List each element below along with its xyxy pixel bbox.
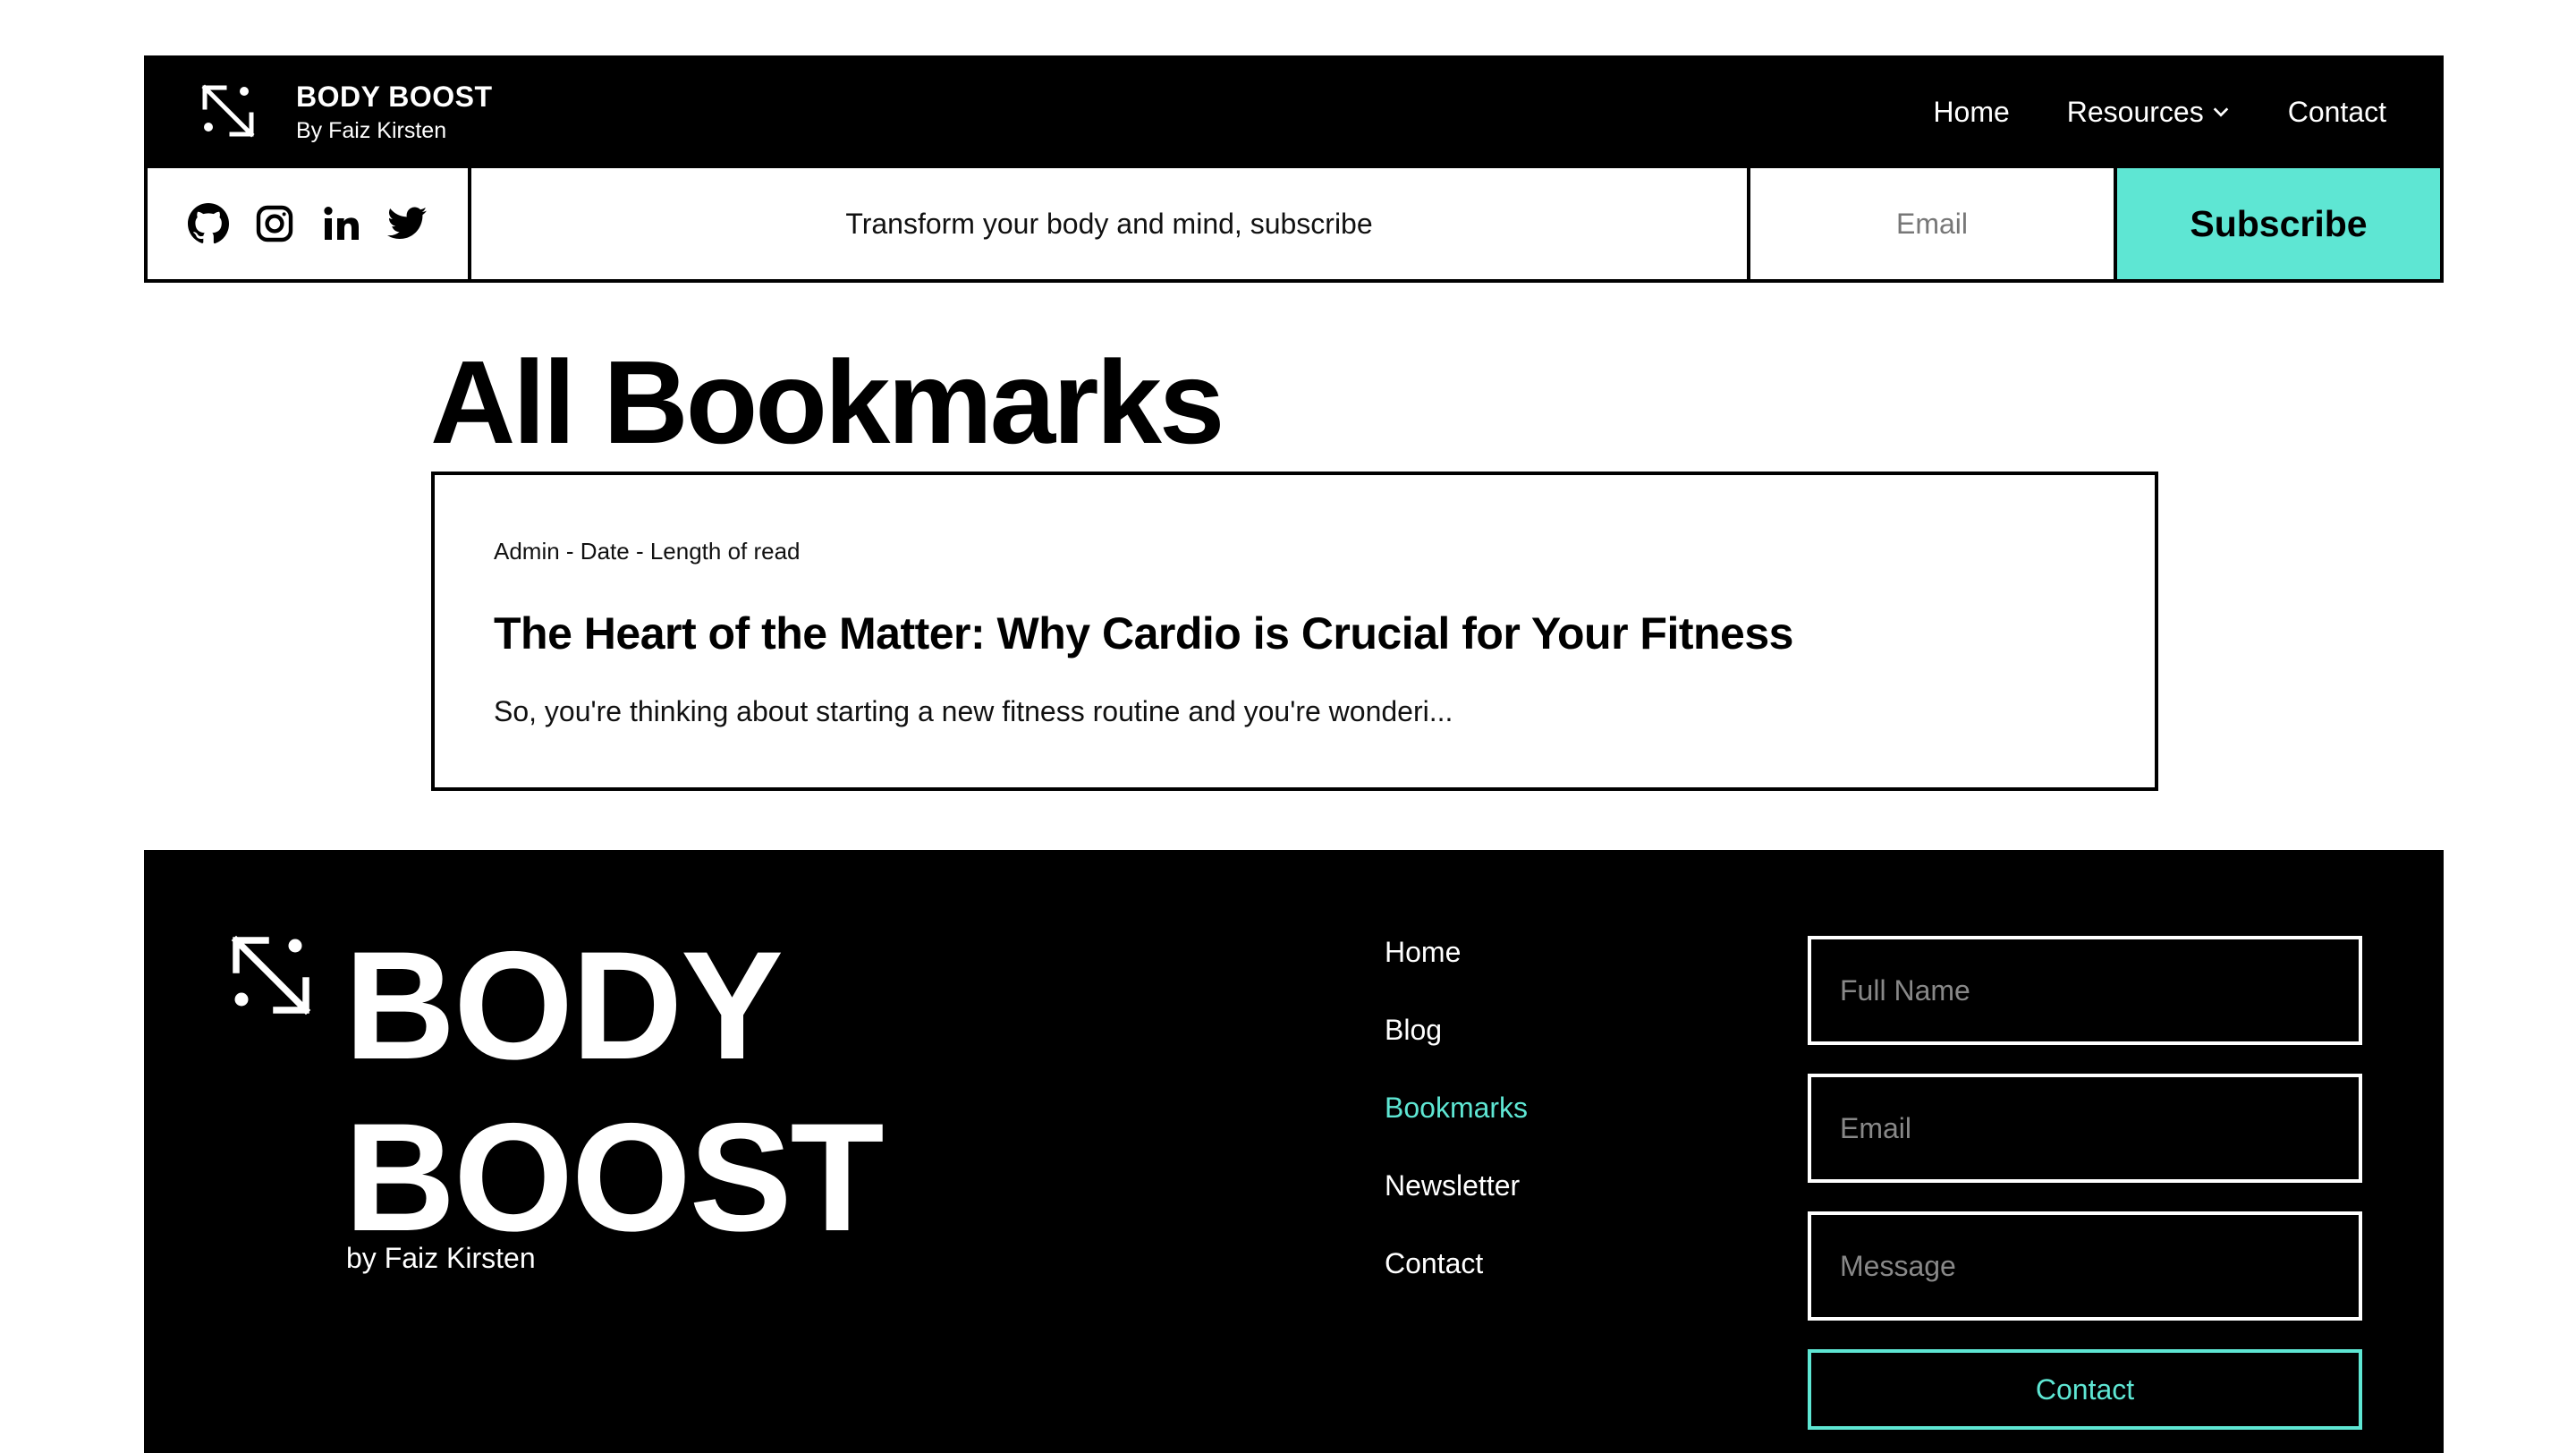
footer-link-newsletter[interactable]: Newsletter bbox=[1385, 1169, 1528, 1247]
subscribe-button[interactable]: Subscribe bbox=[2117, 168, 2444, 283]
footer-brand-line1: BODY bbox=[344, 920, 784, 1092]
full-name-field[interactable] bbox=[1808, 936, 2362, 1045]
nav-resources-label: Resources bbox=[2066, 95, 2204, 128]
nav-contact[interactable]: Contact bbox=[2288, 96, 2386, 129]
message-field[interactable] bbox=[1808, 1211, 2362, 1321]
nav-home[interactable]: Home bbox=[1933, 96, 2009, 129]
nav-resources[interactable]: Resources bbox=[2067, 96, 2231, 129]
bookmark-title[interactable]: The Heart of the Matter: Why Cardio is C… bbox=[494, 608, 1793, 659]
main-nav: Home Resources Contact bbox=[1933, 55, 2386, 168]
subscribe-tagline: Transform your body and mind, subscribe bbox=[471, 168, 1750, 283]
footer-link-home[interactable]: Home bbox=[1385, 936, 1528, 1014]
bookmark-meta: Admin - Date - Length of read bbox=[494, 538, 801, 565]
linkedin-icon[interactable] bbox=[319, 202, 362, 245]
top-bar: BODY BOOST By Faiz Kirsten Home Resource… bbox=[144, 55, 2444, 168]
subscribe-email-input[interactable] bbox=[1750, 168, 2117, 283]
social-links bbox=[144, 168, 471, 283]
instagram-icon[interactable] bbox=[253, 202, 296, 245]
footer-link-contact[interactable]: Contact bbox=[1385, 1247, 1528, 1325]
footer-brand-line2: BOOST bbox=[344, 1092, 885, 1263]
footer-link-bookmarks[interactable]: Bookmarks bbox=[1385, 1092, 1528, 1169]
subscribe-bar: Transform your body and mind, subscribe … bbox=[144, 168, 2444, 283]
page-title: All Bookmarks bbox=[430, 336, 1224, 468]
brand-subtitle: By Faiz Kirsten bbox=[296, 118, 447, 143]
bookmark-excerpt: So, you're thinking about starting a new… bbox=[494, 695, 1453, 727]
nav-home-label: Home bbox=[1933, 95, 2010, 128]
contact-form: Contact bbox=[1808, 936, 2362, 1430]
site-footer: BODY BOOST by Faiz Kirsten Home Blog Boo… bbox=[144, 850, 2444, 1453]
twitter-icon[interactable] bbox=[386, 202, 428, 245]
brand-title[interactable]: BODY BOOST bbox=[296, 81, 493, 114]
logo-arrow-icon[interactable] bbox=[228, 932, 314, 1018]
bookmark-card[interactable]: Admin - Date - Length of read The Heart … bbox=[431, 472, 2158, 791]
nav-contact-label: Contact bbox=[2287, 95, 2386, 128]
github-icon[interactable] bbox=[187, 202, 230, 245]
logo-arrow-icon[interactable] bbox=[199, 82, 257, 140]
site-header: BODY BOOST By Faiz Kirsten Home Resource… bbox=[144, 55, 2444, 283]
email-field[interactable] bbox=[1808, 1074, 2362, 1183]
contact-button[interactable]: Contact bbox=[1808, 1349, 2362, 1430]
footer-nav: Home Blog Bookmarks Newsletter Contact bbox=[1385, 936, 1528, 1325]
chevron-down-icon bbox=[2213, 107, 2229, 117]
footer-brand-subtitle: by Faiz Kirsten bbox=[346, 1242, 536, 1274]
footer-link-blog[interactable]: Blog bbox=[1385, 1014, 1528, 1092]
page: BODY BOOST By Faiz Kirsten Home Resource… bbox=[0, 0, 2576, 1453]
footer-brand: BODY BOOST bbox=[344, 920, 885, 1263]
